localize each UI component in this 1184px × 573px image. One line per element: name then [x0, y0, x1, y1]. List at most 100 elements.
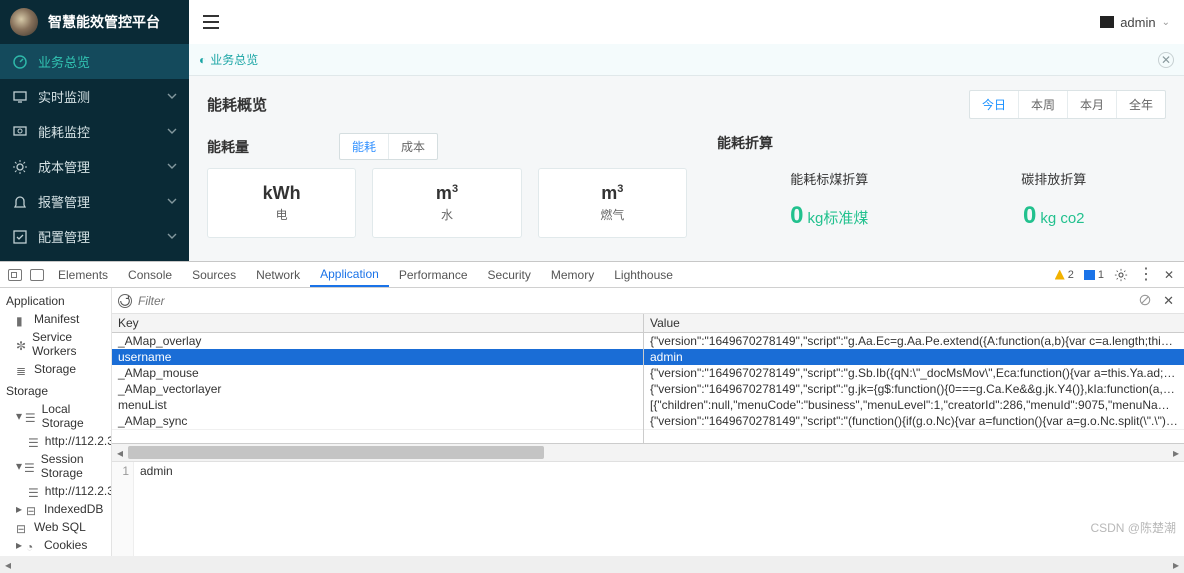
- db-icon: ⊟: [26, 504, 38, 514]
- fold-co2: 碳排放折算 0kg co2: [954, 161, 1154, 230]
- brand: 智慧能效管控平台: [0, 0, 189, 44]
- scroll-right-icon[interactable]: ▸: [1168, 445, 1184, 461]
- tab-performance[interactable]: Performance: [389, 262, 478, 287]
- devtools-tabstrip: Elements Console Sources Network Applica…: [0, 262, 1184, 288]
- col-header-value[interactable]: Value: [644, 314, 1184, 333]
- scroll-thumb[interactable]: [128, 446, 544, 459]
- dashboard-icon: [12, 54, 28, 70]
- storage-icon: ≣: [16, 364, 28, 374]
- tab-lighthouse[interactable]: Lighthouse: [604, 262, 683, 287]
- clear-all-icon[interactable]: [1139, 294, 1153, 308]
- fold-label: 能耗标煤折算: [729, 169, 929, 188]
- tree-cookies[interactable]: ▸◔Cookies: [0, 536, 111, 554]
- db-icon: ☰: [25, 411, 36, 421]
- chevron-down-icon: ⌄: [1162, 17, 1170, 28]
- nav-item-realtime[interactable]: 实时监测: [0, 79, 189, 114]
- toggle-energy[interactable]: 能耗: [340, 134, 388, 159]
- range-month[interactable]: 本月: [1067, 91, 1116, 118]
- tab-security[interactable]: Security: [478, 262, 541, 287]
- range-today[interactable]: 今日: [970, 91, 1018, 118]
- section-title: 能耗概览: [207, 94, 267, 115]
- grid-value[interactable]: admin: [644, 349, 1184, 365]
- tab-elements[interactable]: Elements: [48, 262, 118, 287]
- info-badge[interactable]: 1: [1084, 269, 1104, 281]
- grid-value[interactable]: {"version":"1649670278149","script":"g.S…: [644, 365, 1184, 381]
- nav-label: 业务总览: [38, 52, 90, 71]
- grid-key[interactable]: _AMap_vectorlayer: [112, 381, 643, 397]
- scroll-left-icon[interactable]: ◂: [112, 445, 128, 461]
- grid-key[interactable]: menuList: [112, 397, 643, 413]
- col-header-key[interactable]: Key: [112, 314, 643, 333]
- cookie-icon: ◔: [26, 540, 38, 550]
- grid-key[interactable]: _AMap_overlay: [112, 333, 643, 349]
- delete-icon[interactable]: ✕: [1159, 293, 1178, 309]
- filter-input[interactable]: [138, 294, 1133, 308]
- device-toggle-icon[interactable]: [30, 269, 44, 281]
- nav-item-config[interactable]: 配置管理: [0, 219, 189, 254]
- tree-service-workers[interactable]: ✼Service Workers: [0, 328, 111, 360]
- origin-icon: ☰: [28, 436, 39, 446]
- group-application: Application: [0, 288, 111, 310]
- nav-item-energy[interactable]: 能耗监控: [0, 114, 189, 149]
- nav-item-cost[interactable]: 成本管理: [0, 149, 189, 184]
- value-text[interactable]: admin: [134, 462, 179, 556]
- tree-indexeddb[interactable]: ▸⊟IndexedDB: [0, 500, 111, 518]
- tree-session-storage[interactable]: ▾☰Session Storage: [0, 450, 111, 482]
- scroll-right-icon[interactable]: ▸: [1168, 557, 1184, 573]
- group-storage: Storage: [0, 378, 111, 400]
- scroll-left-icon[interactable]: ◂: [0, 557, 16, 573]
- tree-websql[interactable]: ⊟Web SQL: [0, 518, 111, 536]
- menu-toggle-button[interactable]: [203, 15, 219, 29]
- range-week[interactable]: 本周: [1018, 91, 1067, 118]
- nav-label: 实时监测: [38, 87, 90, 106]
- tree-manifest[interactable]: ▮Manifest: [0, 310, 111, 328]
- sidebar: 智慧能效管控平台 业务总览 实时监测 能耗监控: [0, 0, 189, 261]
- grid-value[interactable]: {"version":"1649670278149","script":"g.j…: [644, 381, 1184, 397]
- date-range: 今日 本周 本月 全年: [969, 90, 1166, 119]
- tab-overview[interactable]: ◐ 业务总览: [199, 51, 258, 68]
- config-icon: [12, 229, 28, 245]
- user-menu[interactable]: admin ⌄: [1100, 15, 1170, 30]
- tab-console[interactable]: Console: [118, 262, 182, 287]
- tab-network[interactable]: Network: [246, 262, 310, 287]
- tab-application[interactable]: Application: [310, 262, 389, 287]
- tree-local-origin[interactable]: ☰http://112.2.3: [0, 432, 111, 450]
- tab-close-button[interactable]: ✕: [1158, 52, 1174, 68]
- close-devtools-icon[interactable]: ✕: [1164, 268, 1174, 282]
- monitor-small-icon: [1100, 16, 1114, 28]
- range-year[interactable]: 全年: [1116, 91, 1165, 118]
- page-scrollbar[interactable]: ◂ ▸: [0, 556, 1184, 573]
- tree-session-origin[interactable]: ☰http://112.2.3: [0, 482, 111, 500]
- grid-value[interactable]: {"version":"1649670278149","script":"(fu…: [644, 413, 1184, 429]
- refresh-icon[interactable]: [118, 294, 132, 308]
- grid-value[interactable]: {"version":"1649670278149","script":"g.A…: [644, 333, 1184, 349]
- grid-key[interactable]: username: [112, 349, 643, 365]
- monitor-icon: [12, 124, 28, 140]
- tv-icon: [12, 89, 28, 105]
- nav: 业务总览 实时监测 能耗监控 成本管理: [0, 44, 189, 254]
- tabbar: ◐ 业务总览 ✕: [189, 44, 1184, 76]
- tab-sources[interactable]: Sources: [182, 262, 246, 287]
- user-name: admin: [1120, 15, 1155, 30]
- alarm-icon: [12, 194, 28, 210]
- more-icon[interactable]: ⋮: [1138, 268, 1154, 282]
- nav-item-alarm[interactable]: 报警管理: [0, 184, 189, 219]
- warning-icon: [1055, 270, 1065, 280]
- tree-storage[interactable]: ≣Storage: [0, 360, 111, 378]
- fold-coal: 能耗标煤折算 0kg标准煤: [729, 161, 929, 230]
- db-icon: ☰: [24, 461, 35, 471]
- grid-value[interactable]: [{"children":null,"menuCode":"business",…: [644, 397, 1184, 413]
- warning-badge[interactable]: 2: [1055, 269, 1074, 281]
- topbar: admin ⌄: [189, 0, 1184, 44]
- nav-item-overview[interactable]: 业务总览: [0, 44, 189, 79]
- inspect-icon[interactable]: [8, 269, 22, 281]
- chevron-right-icon: ▸: [16, 538, 24, 552]
- tree-local-storage[interactable]: ▾☰Local Storage: [0, 400, 111, 432]
- grid-key[interactable]: _AMap_mouse: [112, 365, 643, 381]
- grid-scrollbar[interactable]: ◂ ▸: [112, 444, 1184, 461]
- tab-memory[interactable]: Memory: [541, 262, 604, 287]
- settings-icon[interactable]: [1114, 268, 1128, 282]
- toggle-cost[interactable]: 成本: [388, 134, 437, 159]
- chevron-down-icon: [167, 229, 177, 244]
- grid-key[interactable]: _AMap_sync: [112, 413, 643, 429]
